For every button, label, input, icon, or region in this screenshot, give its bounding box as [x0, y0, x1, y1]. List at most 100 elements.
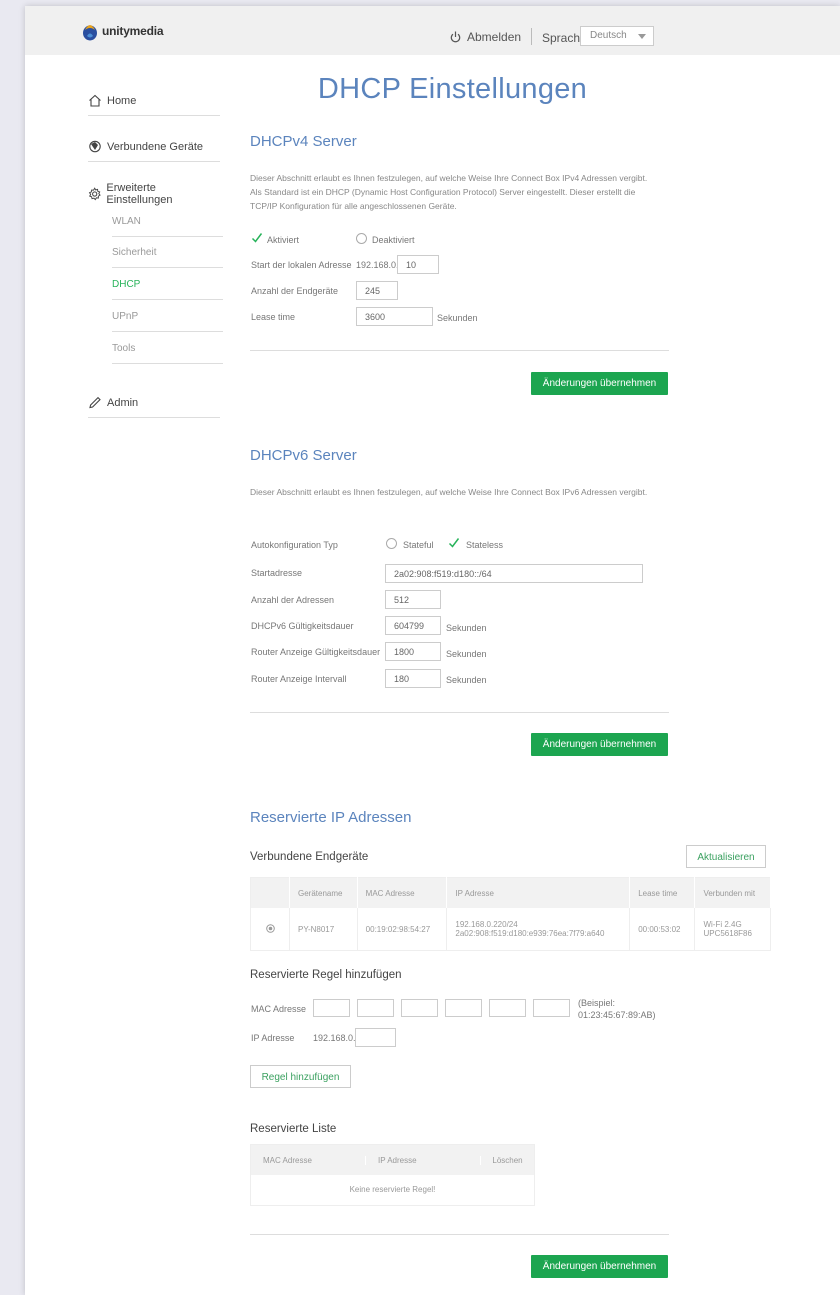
device-connection-ssid: UPC5618F86 — [703, 929, 752, 938]
dhcpv4-lease-label: Lease time — [251, 312, 296, 322]
dhcpv6-stateless-radio[interactable] — [448, 536, 460, 554]
ip-label: IP Adresse — [251, 1033, 295, 1043]
empty-list-message: Keine reservierte Regel! — [349, 1185, 436, 1194]
dhcpv6-start-input[interactable]: 2a02:908:f519:d180::/64 — [385, 564, 643, 583]
dhcpv4-start-label: Start der lokalen Adresse — [251, 260, 352, 270]
chevron-down-icon — [638, 34, 646, 39]
device-name: PY-N8017 — [289, 908, 358, 951]
mac-label: MAC Adresse — [251, 1004, 307, 1014]
sidebar-item-label: Verbundene Geräte — [107, 140, 204, 153]
dhcpv6-start-label: Startadresse — [251, 568, 303, 578]
top-bar: unitymedia Abmelden Sprache Deutsch — [25, 6, 840, 55]
table-header: IP Adresse — [446, 877, 631, 908]
device-ipv4: 192.168.0.220/24 — [455, 920, 518, 929]
dhcpv6-valid-input[interactable]: 604799 — [385, 616, 441, 635]
mac-input-4[interactable] — [445, 999, 482, 1017]
section-divider — [250, 712, 669, 713]
table-header: Lease time — [629, 877, 696, 908]
mac-example-hint: (Beispiel: 01:23:45:67:89:AB) — [578, 998, 656, 1020]
table-header-row: Gerätename MAC Adresse IP Adresse Lease … — [250, 877, 771, 908]
table-header: Gerätename — [289, 877, 358, 908]
dhcpv6-router-valid-label: Router Anzeige Gültigkeitsdauer — [251, 647, 381, 657]
mac-input-3[interactable] — [401, 999, 438, 1017]
dhcpv6-valid-label: DHCPv6 Gültigkeitsdauer — [251, 621, 354, 631]
device-connection: Wi-Fi 2.4G UPC5618F86 — [694, 908, 771, 951]
dhcpv6-count-label: Anzahl der Adressen — [251, 595, 335, 605]
devices-icon — [89, 140, 101, 153]
sidebar-item-advanced[interactable]: Erweiterte Einstellungen — [88, 179, 220, 208]
page: unitymedia Abmelden Sprache Deutsch DHCP… — [25, 6, 840, 1295]
sidebar-item-label: Home — [107, 94, 137, 107]
dhcpv6-stateful-radio[interactable] — [386, 538, 397, 549]
table-row[interactable]: PY-N8017 00:19:02:98:54:27 192.168.0.220… — [250, 908, 771, 951]
dhcpv4-disabled-label: Deaktiviert — [372, 235, 415, 245]
add-rule-title: Reservierte Regel hinzufügen — [250, 969, 402, 981]
dhcpv4-enabled-radio[interactable] — [251, 231, 263, 249]
dhcpv6-router-interval-unit: Sekunden — [446, 675, 487, 685]
dhcpv4-lease-input[interactable]: 3600 — [356, 307, 433, 326]
mac-input-6[interactable] — [533, 999, 570, 1017]
dhcpv4-title: DHCPv4 Server — [250, 133, 357, 150]
section-divider — [250, 350, 669, 351]
checkmark-icon — [448, 538, 460, 548]
dhcpv6-stateless-label: Stateless — [466, 540, 504, 550]
reserved-apply-button[interactable]: Änderungen übernehmen — [531, 1255, 668, 1278]
sidebar-item-home[interactable]: Home — [88, 86, 220, 116]
table-header: Löschen — [492, 1155, 523, 1165]
header-divider — [531, 28, 532, 45]
gear-icon — [88, 186, 101, 200]
dhcpv6-count-input[interactable]: 512 — [385, 590, 441, 609]
sidebar-subitem-upnp[interactable]: UPnP — [112, 301, 223, 332]
row-select-radio[interactable] — [250, 908, 290, 951]
dhcpv6-valid-unit: Sekunden — [446, 623, 487, 633]
device-ipv6: 2a02:908:f519:d180:e939:76ea:7f79:a640 — [455, 929, 605, 938]
dhcpv4-start-prefix: 192.168.0. — [356, 260, 399, 270]
dhcpv4-start-input[interactable]: 10 — [397, 255, 439, 274]
dhcpv4-count-label: Anzahl der Endgeräte — [251, 286, 339, 296]
language-select[interactable]: Deutsch — [580, 26, 654, 46]
table-header: MAC Adresse — [357, 877, 448, 908]
dhcpv4-lease-unit: Sekunden — [437, 313, 478, 323]
refresh-button[interactable]: Aktualisieren — [686, 845, 766, 868]
language-value: Deutsch — [590, 30, 627, 41]
sidebar-subitem-dhcp[interactable]: DHCP — [112, 269, 223, 300]
table-header: IP Adresse — [366, 1155, 481, 1165]
mac-input-1[interactable] — [313, 999, 350, 1017]
sidebar-item-label: Admin — [107, 396, 139, 409]
dhcpv6-apply-button[interactable]: Änderungen übernehmen — [531, 733, 668, 756]
unitymedia-logo-icon — [81, 21, 99, 41]
dhcpv4-disabled-radio[interactable] — [356, 233, 367, 244]
pencil-icon — [89, 396, 101, 409]
dhcpv4-apply-button[interactable]: Änderungen übernehmen — [531, 372, 668, 395]
dhcpv6-stateful-label: Stateful — [403, 540, 434, 550]
sidebar-subitem-security[interactable]: Sicherheit — [112, 237, 223, 268]
section-divider — [250, 1234, 669, 1235]
dhcpv4-count-input[interactable]: 245 — [356, 281, 398, 300]
logout-button[interactable]: Abmelden — [450, 30, 521, 44]
table-header: Verbunden mit — [694, 877, 771, 908]
add-rule-button[interactable]: Regel hinzufügen — [250, 1065, 351, 1088]
dhcpv4-enabled-label: Aktiviert — [267, 235, 300, 245]
radio-selected-icon — [265, 923, 275, 933]
checkmark-icon — [251, 233, 263, 243]
dhcpv6-title: DHCPv6 Server — [250, 447, 357, 464]
connected-devices-table: Gerätename MAC Adresse IP Adresse Lease … — [250, 877, 771, 951]
device-lease: 00:00:53:02 — [629, 908, 696, 951]
sidebar-item-admin[interactable]: Admin — [88, 388, 220, 418]
ip-suffix-input[interactable] — [355, 1028, 396, 1047]
sidebar-subitem-wlan[interactable]: WLAN — [112, 206, 223, 237]
mac-input-2[interactable] — [357, 999, 394, 1017]
dhcpv6-router-valid-input[interactable]: 1800 — [385, 642, 441, 661]
device-connection-band: Wi-Fi 2.4G — [703, 920, 742, 929]
sidebar-subitem-tools[interactable]: Tools — [112, 333, 223, 364]
table-header-select — [250, 877, 290, 908]
sidebar-item-devices[interactable]: Verbundene Geräte — [88, 132, 220, 162]
device-mac: 00:19:02:98:54:27 — [357, 908, 448, 951]
sidebar-item-label: Erweiterte Einstellungen — [106, 181, 173, 206]
reserved-list-title: Reservierte Liste — [250, 1123, 337, 1135]
dhcpv6-router-interval-input[interactable]: 180 — [385, 669, 441, 688]
connected-devices-title: Verbundene Endgeräte — [250, 851, 369, 863]
brand-logo[interactable]: unitymedia — [81, 21, 164, 41]
mac-input-5[interactable] — [489, 999, 526, 1017]
power-icon — [450, 31, 461, 43]
